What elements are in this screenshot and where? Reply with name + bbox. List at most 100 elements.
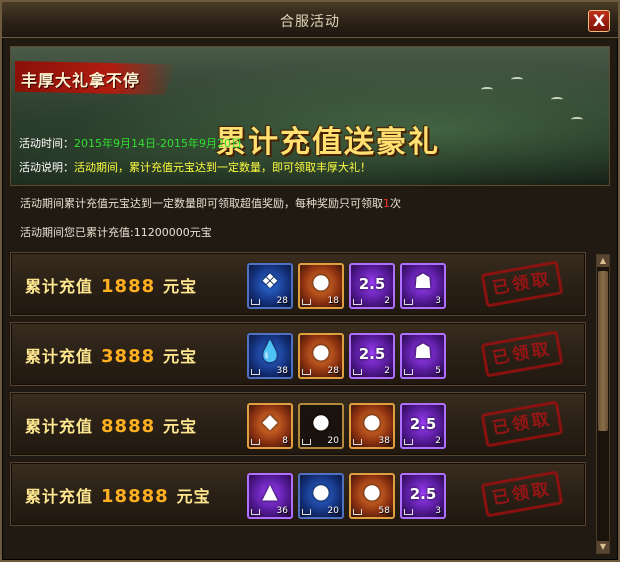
reward-item-slot[interactable]: ● 38 (349, 403, 395, 449)
item-count: 5 (435, 366, 441, 376)
tier-label-text: 累计充值 (25, 277, 94, 296)
event-window: 合服活动 X 丰厚大礼拿不停 累计充值送豪礼 活动时间：2015年9月14日-2… (0, 0, 620, 562)
gold-crystal-icon: ◆ (262, 409, 278, 433)
tier-list-scrollbar[interactable]: ▲ ▼ (596, 254, 610, 554)
exp-2.5-icon: 2.5 (358, 345, 386, 363)
blue-crystal-icon: ❖ (261, 269, 279, 293)
red-orb-icon: ● (312, 339, 330, 363)
tier-amount: 8888 (101, 416, 156, 437)
reward-item-slot[interactable]: 2.5 2 (349, 333, 395, 379)
tier-unit: 元宝 (176, 487, 211, 506)
red-orb-icon: ● (363, 479, 381, 503)
item-count: 58 (378, 506, 390, 516)
bird-decoration (551, 97, 563, 102)
item-count: 2 (435, 436, 441, 446)
claimed-stamp: 已领取 (480, 400, 564, 448)
claimed-stamp: 已领取 (480, 470, 564, 518)
reward-item-slot[interactable]: ● 18 (298, 263, 344, 309)
reward-tier-row: 累计充值 3888 元宝 💧 38 ● 28 2.5 2 ☗ 5 已领取 (10, 322, 586, 386)
reward-tier-list[interactable]: 累计充值 1888 元宝 ❖ 28 ● 18 2.5 2 ☗ 3 已领取 累计充值 3888 元宝 💧 38 ● 2… (10, 252, 594, 556)
total-recharge-value: 11200000 (133, 226, 190, 239)
scroll-down-arrow-icon[interactable]: ▼ (597, 541, 609, 553)
total-recharge-text: 活动期间您已累计充值:11200000元宝 (20, 224, 212, 240)
total-recharge-unit: 元宝 (189, 226, 212, 239)
blue-orb-icon: ● (312, 479, 330, 503)
total-recharge-label: 活动期间您已累计充值: (20, 226, 134, 239)
dark-cloak-icon: ☗ (414, 339, 432, 363)
tier-unit: 元宝 (163, 347, 198, 366)
exp-2.5-icon: 2.5 (358, 275, 386, 293)
reward-tier-row: 累计充值 18888 元宝 ▲ 36 ● 20 ● 58 2.5 3 已领取 (10, 462, 586, 526)
bound-lock-icon (353, 439, 362, 445)
item-count: 20 (327, 436, 339, 446)
reward-item-slot[interactable]: 2.5 2 (349, 263, 395, 309)
reward-item-slot[interactable]: 2.5 3 (400, 473, 446, 519)
bound-lock-icon (302, 439, 311, 445)
bound-lock-icon (404, 509, 413, 515)
reward-item-slot[interactable]: ▲ 36 (247, 473, 293, 519)
banner-tag-text: 丰厚大礼拿不停 (21, 71, 141, 90)
tier-amount: 18888 (101, 486, 169, 507)
item-count: 28 (276, 296, 288, 306)
tier-unit: 元宝 (163, 417, 198, 436)
bound-lock-icon (251, 299, 260, 305)
bird-decoration (511, 77, 523, 82)
scroll-up-arrow-icon[interactable]: ▲ (597, 255, 609, 267)
reward-item-slot[interactable]: 💧 38 (247, 333, 293, 379)
reward-item-slot[interactable]: ☗ 3 (400, 263, 446, 309)
bound-lock-icon (251, 369, 260, 375)
bound-lock-icon (302, 509, 311, 515)
item-count: 3 (435, 296, 441, 306)
item-count: 18 (327, 296, 339, 306)
tier-label: 累计充值 1888 元宝 (25, 273, 197, 297)
claim-rule-suffix: 次 (390, 197, 401, 210)
reward-item-slot[interactable]: ● 58 (349, 473, 395, 519)
reward-item-slot[interactable]: ● 28 (298, 333, 344, 379)
reward-item-slot[interactable]: ☗ 5 (400, 333, 446, 379)
bound-lock-icon (404, 369, 413, 375)
reward-tier-row: 累计充值 8888 元宝 ◆ 8 ● 20 ● 38 2.5 2 已领取 (10, 392, 586, 456)
scroll-thumb[interactable] (598, 271, 608, 431)
tier-label: 累计充值 3888 元宝 (25, 343, 197, 367)
bound-lock-icon (404, 439, 413, 445)
exp-2.5-icon: 2.5 (409, 485, 437, 503)
reward-item-slot[interactable]: 2.5 2 (400, 403, 446, 449)
event-banner: 丰厚大礼拿不停 累计充值送豪礼 活动时间：2015年9月14日-2015年9月2… (10, 46, 610, 186)
claim-rule-main: 活动期间累计充值元宝达到一定数量即可领取超值奖励，每种奖励只可领取 (20, 197, 383, 210)
bird-decoration (571, 117, 583, 122)
claimed-stamp: 已领取 (480, 330, 564, 378)
flame-icon: ▲ (262, 479, 278, 503)
tier-label-text: 累计充值 (25, 487, 94, 506)
bird-decoration (481, 87, 493, 92)
tier-unit: 元宝 (163, 277, 198, 296)
reward-tier-row: 累计充值 1888 元宝 ❖ 28 ● 18 2.5 2 ☗ 3 已领取 (10, 252, 586, 316)
tier-label: 累计充值 8888 元宝 (25, 413, 197, 437)
bound-lock-icon (251, 509, 260, 515)
event-time-value: 2015年9月14日-2015年9月20日 (74, 137, 242, 150)
tier-label-text: 累计充值 (25, 347, 94, 366)
claim-rule-text: 活动期间累计充值元宝达到一定数量即可领取超值奖励，每种奖励只可领取1次 (20, 195, 401, 211)
water-drop-icon: 💧 (257, 339, 283, 363)
event-time-line: 活动时间：2015年9月14日-2015年9月20日 (19, 135, 242, 151)
reward-item-slot[interactable]: ● 20 (298, 403, 344, 449)
bound-lock-icon (404, 299, 413, 305)
item-count: 38 (378, 436, 390, 446)
dark-cloak-icon: ☗ (414, 269, 432, 293)
reward-item-slot[interactable]: ● 20 (298, 473, 344, 519)
close-button[interactable]: X (588, 10, 610, 32)
bound-lock-icon (302, 369, 311, 375)
reward-item-slot[interactable]: ◆ 8 (247, 403, 293, 449)
green-orb-icon: ● (312, 409, 330, 433)
reward-item-slot[interactable]: ❖ 28 (247, 263, 293, 309)
claim-limit-count: 1 (383, 197, 390, 210)
item-count: 20 (327, 506, 339, 516)
exp-2.5-icon: 2.5 (409, 415, 437, 433)
bound-lock-icon (353, 299, 362, 305)
banner-headline: 累计充值送豪礼 (216, 125, 440, 160)
tier-label-text: 累计充值 (25, 417, 94, 436)
title-bar[interactable]: 合服活动 X (2, 2, 618, 38)
item-count: 36 (276, 506, 288, 516)
event-desc-line: 活动说明：活动期间，累计充值元宝达到一定数量，即可领取丰厚大礼！ (19, 159, 371, 175)
item-count: 38 (276, 366, 288, 376)
item-count: 28 (327, 366, 339, 376)
